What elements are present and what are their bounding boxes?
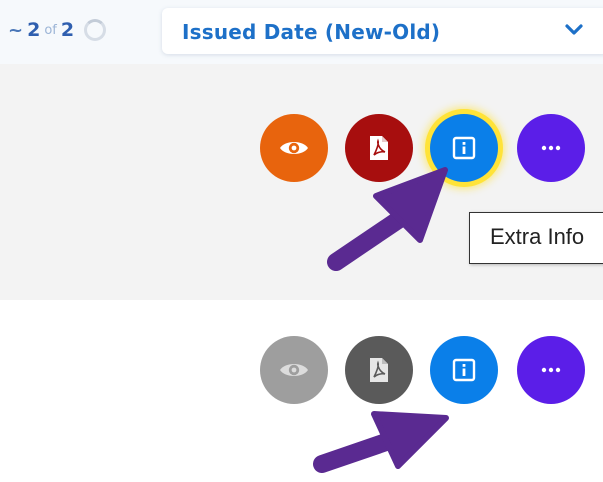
pdf-icon [370, 358, 388, 382]
sort-order-value: Issued Date (New-Old) [182, 20, 441, 44]
pdf-button[interactable] [345, 114, 413, 182]
pager-of: of [44, 22, 57, 38]
eye-icon [280, 364, 308, 376]
ellipsis-icon [541, 145, 561, 151]
pager-total: 2 [60, 19, 75, 41]
loading-spinner-icon [84, 19, 107, 41]
pagination-counter: ~ 2 of 2 [8, 18, 107, 42]
pager-current: 2 [27, 19, 41, 41]
ellipsis-icon [541, 367, 561, 373]
chevron-down-icon [565, 24, 583, 35]
pdf-button[interactable] [345, 336, 413, 404]
sort-order-select[interactable]: Issued Date (New-Old) [162, 8, 603, 54]
results-toolbar: ~ 2 of 2 Issued Date (New-Old) [0, 0, 603, 64]
extra-info-tooltip: Extra Info [469, 212, 603, 264]
view-button[interactable] [260, 336, 328, 404]
view-button[interactable] [260, 114, 328, 182]
eye-icon [280, 142, 308, 154]
extra-info-button[interactable] [430, 336, 498, 404]
more-options-button[interactable] [517, 114, 585, 182]
pager-prefix: ~ [8, 19, 24, 41]
extra-info-button[interactable] [430, 114, 498, 182]
pdf-icon [370, 136, 388, 160]
result-row-1: Extra Info [0, 64, 603, 300]
result-row-2 [0, 306, 603, 482]
info-icon [452, 358, 476, 382]
more-options-button[interactable] [517, 336, 585, 404]
info-icon [452, 136, 476, 160]
tooltip-text: Extra Info [490, 224, 585, 249]
